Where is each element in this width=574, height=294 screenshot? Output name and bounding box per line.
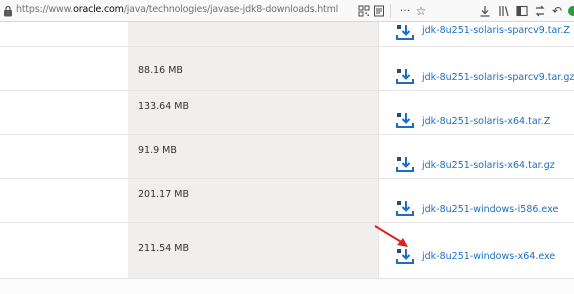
product-cell bbox=[0, 22, 128, 46]
annotation-arrow bbox=[374, 225, 408, 247]
download-link[interactable]: jdk-8u251-solaris-x64.tar.Z bbox=[422, 116, 550, 127]
lock-icon[interactable] bbox=[3, 5, 13, 17]
browser-toolbar: https://www.oracle.com/java/technologies… bbox=[0, 0, 574, 22]
product-cell bbox=[0, 135, 128, 178]
product-cell bbox=[0, 223, 128, 278]
table-row: 211.54 MB jdk-8u251-windows-x64.exe bbox=[0, 223, 574, 279]
download-icon[interactable] bbox=[396, 23, 414, 41]
qr-icon[interactable] bbox=[357, 4, 371, 18]
file-size-cell: 88.16 MB bbox=[128, 47, 378, 90]
file-size-cell: 91.9 MB bbox=[128, 135, 378, 178]
url-separator bbox=[390, 4, 391, 18]
download-link[interactable]: jdk-8u251-solaris-x64.tar.gz bbox=[422, 160, 555, 171]
file-size: 133.64 MB bbox=[138, 101, 189, 112]
url-host: oracle.com bbox=[73, 4, 124, 15]
table-row: 91.9 MB jdk-8u251-solaris-x64.tar.gz bbox=[0, 135, 574, 179]
library-icon[interactable] bbox=[497, 4, 511, 18]
product-cell bbox=[0, 91, 128, 134]
sync-icon[interactable] bbox=[533, 4, 547, 18]
download-cell: jdk-8u251-solaris-x64.tar.gz bbox=[378, 135, 574, 178]
table-row: 133.64 MB jdk-8u251-solaris-x64.tar.Z bbox=[0, 91, 574, 135]
download-cell: jdk-8u251-windows-i586.exe bbox=[378, 179, 574, 222]
table-row: 88.16 MB jdk-8u251-solaris-sparcv9.tar.g… bbox=[0, 47, 574, 91]
file-size: 211.54 MB bbox=[138, 243, 189, 254]
table-footer bbox=[0, 279, 574, 294]
url-prefix: https://www. bbox=[16, 4, 74, 15]
product-cell bbox=[0, 47, 128, 90]
download-icon[interactable] bbox=[478, 4, 492, 18]
download-link[interactable]: jdk-8u251-windows-x64.exe bbox=[422, 251, 555, 262]
sidebar-icon[interactable] bbox=[515, 4, 529, 18]
download-cell: jdk-8u251-solaris-sparcv9.tar.Z bbox=[378, 22, 574, 46]
download-link[interactable]: jdk-8u251-solaris-sparcv9.tar.gz bbox=[422, 72, 574, 83]
file-size-cell: 211.54 MB bbox=[128, 223, 378, 278]
url-bar[interactable]: https://www.oracle.com/java/technologies… bbox=[16, 4, 338, 15]
file-size-cell bbox=[128, 22, 378, 46]
download-icon[interactable] bbox=[396, 111, 414, 129]
back-icon[interactable]: ↶ bbox=[550, 4, 564, 18]
product-cell bbox=[0, 179, 128, 222]
reader-icon[interactable] bbox=[372, 4, 386, 18]
download-table: jdk-8u251-solaris-sparcv9.tar.Z 88.16 MB… bbox=[0, 22, 574, 294]
file-size-cell: 133.64 MB bbox=[128, 91, 378, 134]
star-icon[interactable]: ☆ bbox=[414, 4, 428, 18]
download-cell: jdk-8u251-solaris-x64.tar.Z bbox=[378, 91, 574, 134]
table-row: jdk-8u251-solaris-sparcv9.tar.Z bbox=[0, 22, 574, 47]
download-icon[interactable] bbox=[396, 199, 414, 217]
extension-icon[interactable] bbox=[566, 4, 574, 18]
table-row: 201.17 MB jdk-8u251-windows-i586.exe bbox=[0, 179, 574, 223]
download-icon[interactable] bbox=[396, 155, 414, 173]
file-size: 88.16 MB bbox=[138, 65, 183, 76]
file-size: 201.17 MB bbox=[138, 189, 189, 200]
download-icon[interactable] bbox=[396, 67, 414, 85]
file-size-cell: 201.17 MB bbox=[128, 179, 378, 222]
file-size: 91.9 MB bbox=[138, 145, 177, 156]
download-cell: jdk-8u251-solaris-sparcv9.tar.gz bbox=[378, 47, 574, 90]
url-path: /java/technologies/javase-jdk8-downloads… bbox=[123, 4, 339, 15]
download-link[interactable]: jdk-8u251-solaris-sparcv9.tar.Z bbox=[422, 25, 570, 36]
more-icon[interactable]: ··· bbox=[396, 4, 414, 18]
download-link[interactable]: jdk-8u251-windows-i586.exe bbox=[422, 204, 558, 215]
